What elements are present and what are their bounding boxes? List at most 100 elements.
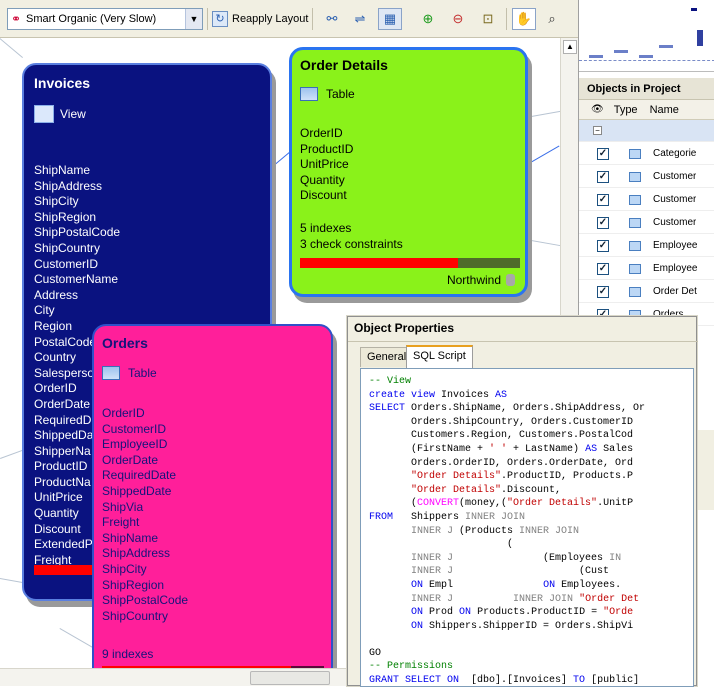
database-icon xyxy=(506,274,515,286)
list-item[interactable]: ✓ Order Det xyxy=(579,281,714,303)
checkbox[interactable]: ✓ xyxy=(597,239,609,252)
orders-node[interactable]: Orders Table OrderID CustomerID Employee… xyxy=(92,324,333,668)
fit-icon[interactable]: ⊡ xyxy=(476,8,500,30)
objects-panel-title: Objects in Project xyxy=(579,78,714,100)
object-properties-window: Object Properties General SQL Script -- … xyxy=(347,316,698,687)
database-label: Northwind xyxy=(446,273,501,287)
indexes-count: 5 indexes xyxy=(300,221,352,235)
object-name: Customer xyxy=(653,217,697,228)
list-item[interactable]: ✓ Customer xyxy=(579,166,714,188)
layout-combo-value: Smart Organic (Very Slow) xyxy=(26,13,157,25)
field: ShipPostalCode xyxy=(34,225,121,240)
toolbar-separator xyxy=(506,8,507,30)
node-type-label: Table xyxy=(326,87,355,101)
checkbox[interactable]: ✓ xyxy=(597,170,609,183)
zoom-tool-icon[interactable]: ⌕ xyxy=(540,8,564,30)
order-details-stats: 5 indexes 3 check constraints xyxy=(300,221,403,252)
zoom-out-icon[interactable]: ⊖ xyxy=(446,8,470,30)
overview-node xyxy=(589,55,603,58)
table-icon xyxy=(629,171,641,182)
list-item[interactable]: ✓ Customer xyxy=(579,189,714,211)
view-icon xyxy=(34,105,54,123)
field: ShipCountry xyxy=(102,608,169,623)
orders-fields: OrderID CustomerID EmployeeID OrderDate … xyxy=(102,406,188,624)
overview-viewport xyxy=(579,60,714,61)
field: ShippedDate xyxy=(102,483,172,498)
field: ShipName xyxy=(102,530,159,545)
visibility-icon[interactable]: 👁 xyxy=(591,104,604,115)
node-title: Orders xyxy=(102,335,148,351)
list-item[interactable]: ✓ Customer xyxy=(579,212,714,234)
reapply-layout-label: Reapply Layout xyxy=(232,13,309,25)
object-name: Customer xyxy=(653,194,697,205)
overview-node xyxy=(659,45,673,48)
sql-script-editor[interactable]: -- View create view Invoices AS SELECT O… xyxy=(360,368,694,687)
table-icon xyxy=(629,194,641,205)
layout-combo[interactable]: ⚭ Smart Organic (Very Slow) ▼ xyxy=(7,8,203,30)
overview-node xyxy=(639,55,653,58)
object-name: Employee xyxy=(653,263,698,274)
object-name: Order Det xyxy=(653,286,697,297)
zoom-in-icon[interactable]: ⊕ xyxy=(416,8,440,30)
checkbox[interactable]: ✓ xyxy=(597,147,609,160)
link-icon[interactable]: ⚯ xyxy=(320,8,344,30)
list-item[interactable]: ✓ Employee xyxy=(579,235,714,257)
field: OrderID xyxy=(300,126,343,140)
field: CustomerID xyxy=(102,421,167,436)
group-row[interactable]: − xyxy=(579,120,714,142)
field: ShipPostalCode xyxy=(102,593,189,608)
overview-map[interactable] xyxy=(579,0,714,72)
sql-code[interactable]: -- View create view Invoices AS SELECT O… xyxy=(369,375,693,686)
relation-icon[interactable]: ⇌ xyxy=(348,8,372,30)
order-details-fields: OrderID ProductID UnitPrice Quantity Dis… xyxy=(300,126,353,204)
collapse-icon[interactable]: − xyxy=(593,126,602,135)
field: ShipRegion xyxy=(34,209,97,224)
indexes-count: 9 indexes xyxy=(102,647,154,661)
layout-icon: ⚭ xyxy=(11,12,22,26)
field: OrderID xyxy=(102,406,145,420)
reapply-layout-button[interactable]: ↻ Reapply Layout xyxy=(212,8,308,30)
overview-node xyxy=(691,8,697,11)
scroll-up-icon[interactable]: ▲ xyxy=(563,40,577,54)
checkbox[interactable]: ✓ xyxy=(597,216,609,229)
scroll-thumb[interactable] xyxy=(250,671,330,685)
relation-line xyxy=(0,38,23,59)
field: CustomerID xyxy=(34,256,99,271)
field: Freight xyxy=(102,515,140,530)
field: UnitPrice xyxy=(300,157,349,172)
field: Address xyxy=(34,287,79,302)
checkbox[interactable]: ✓ xyxy=(597,285,609,298)
field: ProductID xyxy=(300,141,354,156)
field: Discount xyxy=(300,188,347,203)
table-icon xyxy=(300,87,318,101)
list-item[interactable]: ✓ Employee xyxy=(579,258,714,280)
table-icon xyxy=(629,263,641,274)
column-name[interactable]: Name xyxy=(650,104,679,116)
node-type-label: Table xyxy=(128,366,157,380)
list-item[interactable]: ✓ Categorie xyxy=(579,143,714,165)
object-name: Categorie xyxy=(653,148,697,159)
overview-node xyxy=(614,50,628,53)
grid-view-icon[interactable]: ▦ xyxy=(378,8,402,30)
tab-sql-script[interactable]: SQL Script xyxy=(406,345,473,368)
field: ShipCountry xyxy=(34,240,101,255)
checkbox[interactable]: ✓ xyxy=(597,193,609,206)
field: RequiredDate xyxy=(102,468,177,483)
node-type-label: View xyxy=(60,107,86,121)
field: ShipName xyxy=(34,163,91,177)
field: Quantity xyxy=(300,172,345,187)
field: ShipVia xyxy=(102,499,144,514)
checkbox[interactable]: ✓ xyxy=(597,262,609,275)
table-icon xyxy=(629,240,641,251)
hand-icon[interactable]: ✋ xyxy=(512,8,536,30)
column-type[interactable]: Type xyxy=(614,104,638,116)
progress-track xyxy=(300,258,520,268)
order-details-node[interactable]: Order Details Table OrderID ProductID Un… xyxy=(289,47,528,297)
toolbar-separator xyxy=(207,8,208,30)
field: ShipAddress xyxy=(102,546,171,561)
progress-bar xyxy=(300,258,459,268)
chevron-down-icon[interactable]: ▼ xyxy=(185,9,202,29)
object-name: Customer xyxy=(653,171,697,182)
field: CustomerName xyxy=(34,272,119,287)
field: EmployeeID xyxy=(102,437,168,452)
